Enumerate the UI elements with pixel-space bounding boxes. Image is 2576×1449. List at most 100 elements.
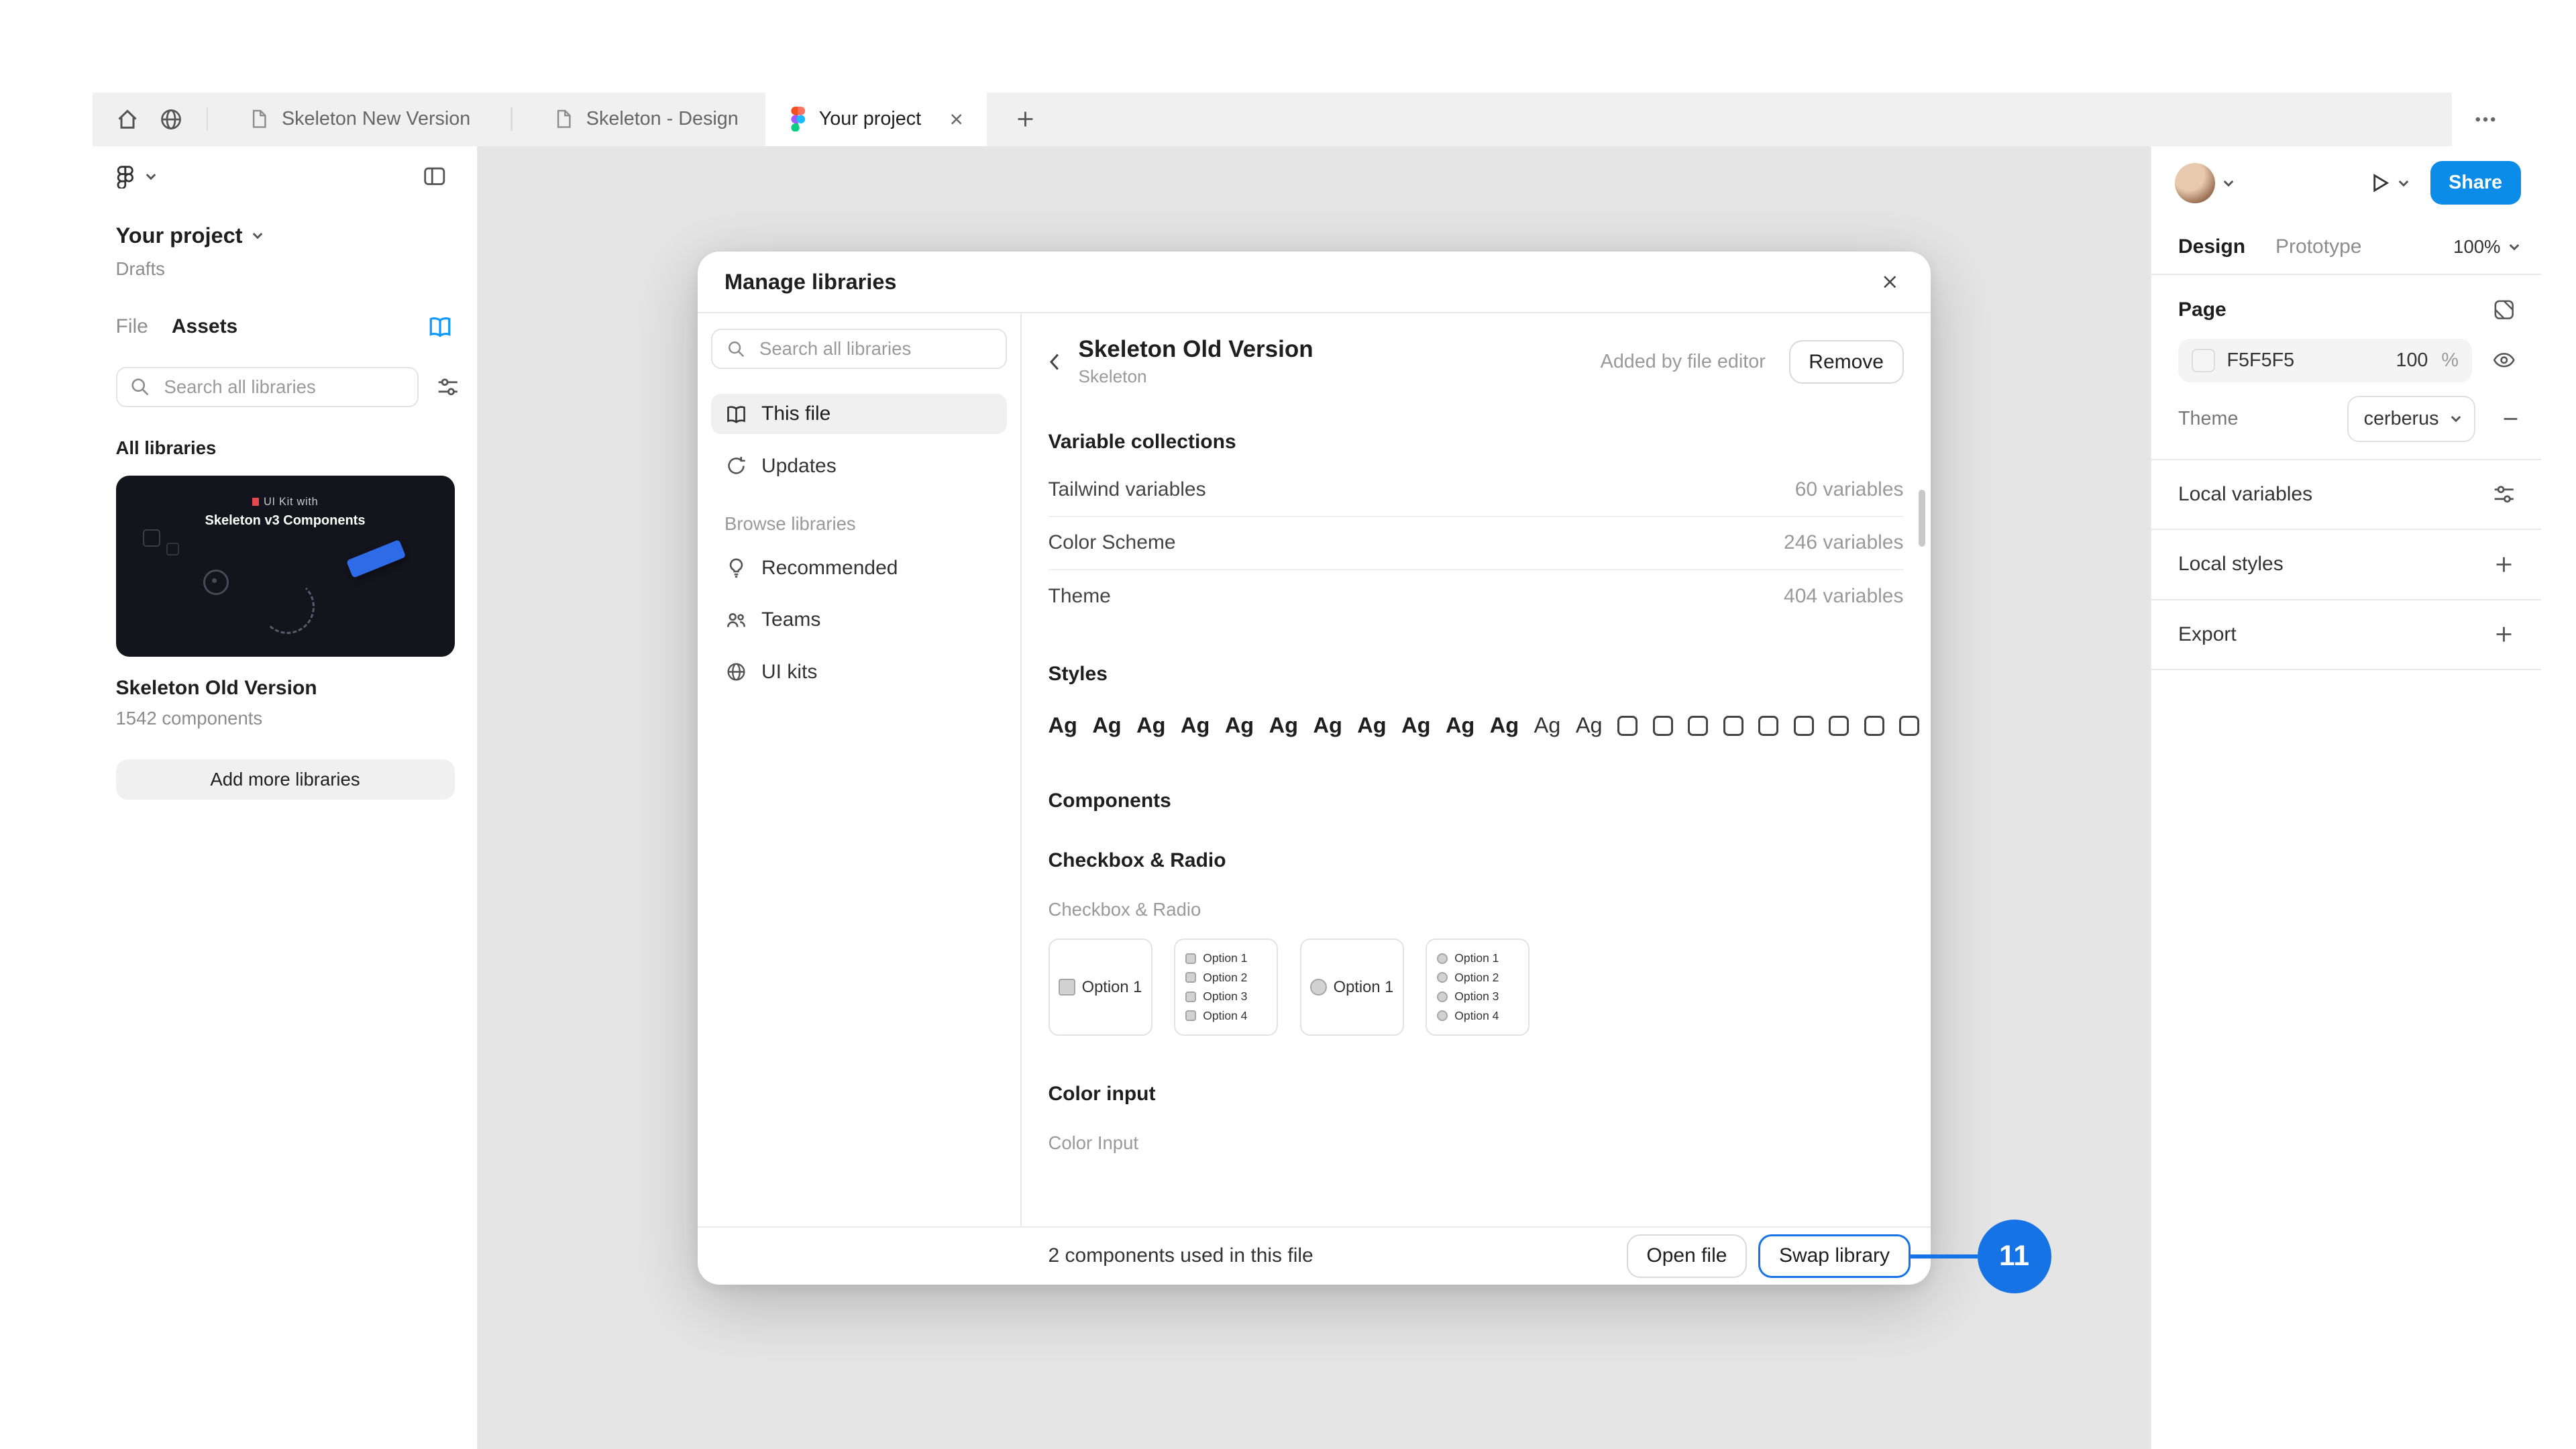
nav-teams[interactable]: Teams bbox=[711, 600, 1007, 640]
library-title: Skeleton Old Version bbox=[1079, 337, 1313, 363]
grid-style-swatch bbox=[1688, 716, 1708, 736]
radio-icon bbox=[1437, 1010, 1448, 1021]
tab-assets[interactable]: Assets bbox=[172, 315, 237, 338]
radio-icon bbox=[1437, 972, 1448, 983]
text-style-sample: Ag bbox=[1136, 713, 1165, 738]
more-options-button[interactable] bbox=[2467, 106, 2504, 133]
chevron-down-icon bbox=[144, 170, 158, 183]
local-styles-row[interactable]: Local styles bbox=[2151, 530, 2541, 600]
theme-dropdown[interactable]: cerberus bbox=[2347, 396, 2475, 442]
tab-file[interactable]: File bbox=[116, 315, 148, 338]
theme-row: Theme cerberus bbox=[2178, 396, 2522, 442]
search-icon bbox=[726, 339, 746, 359]
gear-icon bbox=[203, 570, 229, 596]
option-label: Option 1 bbox=[1082, 978, 1142, 997]
checkbox-icon bbox=[1185, 953, 1196, 964]
library-thumbnail[interactable]: UI Kit with Skeleton v3 Components bbox=[116, 476, 455, 657]
figma-app-window: Skeleton New Version Skeleton - Design Y… bbox=[93, 93, 2541, 1449]
grid-style-swatch bbox=[1794, 716, 1814, 736]
remove-theme-button[interactable] bbox=[2499, 407, 2522, 431]
tab-prototype[interactable]: Prototype bbox=[2275, 235, 2361, 258]
local-styles-label: Local styles bbox=[2178, 553, 2284, 576]
dialog-search-input[interactable] bbox=[756, 336, 992, 361]
add-export-button[interactable] bbox=[2485, 616, 2522, 653]
close-icon bbox=[947, 110, 966, 129]
close-tab-button[interactable] bbox=[943, 106, 970, 133]
nav-updates[interactable]: Updates bbox=[711, 446, 1007, 486]
swatches-icon bbox=[2491, 297, 2517, 323]
checkbox-icon bbox=[1185, 1010, 1196, 1021]
nav-label: UI kits bbox=[761, 661, 817, 684]
nav-label: Updates bbox=[761, 455, 837, 478]
toggle-sidebar-button[interactable] bbox=[413, 154, 457, 198]
community-button[interactable] bbox=[150, 97, 193, 141]
page-color-field[interactable]: F5F5F5 100 % bbox=[2178, 339, 2472, 382]
library-search-field[interactable] bbox=[116, 367, 419, 407]
filter-button[interactable] bbox=[435, 374, 461, 400]
right-panel: Share Design Prototype 100% Page bbox=[2150, 146, 2541, 1449]
component-preview-card: Option 1 bbox=[1300, 938, 1404, 1036]
file-tab-skeleton-design[interactable]: Skeleton - Design bbox=[526, 93, 765, 146]
file-tabs-bar: Skeleton New Version Skeleton - Design Y… bbox=[93, 93, 2453, 146]
export-row[interactable]: Export bbox=[2151, 600, 2541, 671]
library-subtitle: Skeleton bbox=[1079, 366, 1313, 387]
filter-sliders-icon bbox=[435, 374, 461, 400]
color-hex[interactable]: F5F5F5 bbox=[2227, 350, 2295, 372]
remove-button[interactable]: Remove bbox=[1789, 340, 1904, 384]
back-chevron-icon bbox=[1043, 350, 1067, 374]
main-menu-button[interactable] bbox=[113, 164, 158, 189]
open-variables-button[interactable] bbox=[2485, 476, 2522, 513]
section-title: All libraries bbox=[116, 437, 453, 459]
file-tab-skeleton-new-version[interactable]: Skeleton New Version bbox=[221, 93, 497, 146]
components-heading: Components bbox=[1049, 790, 1904, 812]
figma-menu-icon bbox=[113, 164, 138, 189]
tab-design[interactable]: Design bbox=[2178, 235, 2245, 258]
color-swatch[interactable] bbox=[2192, 349, 2215, 372]
divider bbox=[511, 107, 513, 131]
back-button[interactable] bbox=[1038, 345, 1072, 379]
nav-recommended[interactable]: Recommended bbox=[711, 548, 1007, 588]
open-file-button[interactable]: Open file bbox=[1627, 1234, 1747, 1278]
file-tab-your-project[interactable]: Your project bbox=[765, 93, 987, 146]
close-dialog-button[interactable] bbox=[1870, 262, 1911, 302]
radio-icon bbox=[1437, 991, 1448, 1002]
eye-icon bbox=[2491, 347, 2517, 373]
decoration bbox=[166, 543, 179, 555]
swatches-button[interactable] bbox=[2485, 292, 2522, 329]
checkbox-icon bbox=[1059, 979, 1075, 996]
dialog-search-field[interactable] bbox=[711, 329, 1007, 369]
option-label: Option 1 bbox=[1203, 951, 1247, 965]
home-icon bbox=[114, 106, 141, 133]
annotation-connector-line bbox=[1911, 1254, 1978, 1258]
add-style-button[interactable] bbox=[2485, 546, 2522, 583]
option-label: Option 4 bbox=[1203, 1009, 1247, 1023]
nav-this-file[interactable]: This file bbox=[711, 394, 1007, 434]
home-button[interactable] bbox=[106, 97, 150, 141]
sidebar-search-row bbox=[116, 367, 453, 407]
nav-ui-kits[interactable]: UI kits bbox=[711, 652, 1007, 692]
share-button[interactable]: Share bbox=[2430, 161, 2521, 205]
swap-library-button[interactable]: Swap library bbox=[1758, 1234, 1910, 1278]
opacity-value[interactable]: 100 bbox=[2396, 350, 2428, 372]
local-variables-row[interactable]: Local variables bbox=[2151, 460, 2541, 531]
libraries-button[interactable] bbox=[427, 313, 453, 340]
page-color-row: F5F5F5 100 % bbox=[2178, 339, 2522, 382]
checkbox-icon bbox=[1185, 991, 1196, 1002]
plus-icon bbox=[2492, 623, 2516, 646]
add-more-libraries-button[interactable]: Add more libraries bbox=[116, 759, 455, 800]
new-tab-button[interactable] bbox=[1004, 97, 1047, 141]
search-input[interactable] bbox=[161, 374, 406, 399]
zoom-control[interactable]: 100% bbox=[2453, 236, 2520, 258]
avatar[interactable] bbox=[2175, 163, 2215, 203]
text-style-sample: Ag bbox=[1534, 713, 1561, 738]
local-variables-label: Local variables bbox=[2178, 483, 2312, 506]
globe-icon bbox=[158, 106, 184, 133]
present-controls[interactable] bbox=[2367, 170, 2410, 196]
component-previews: Option 1Option 1Option 2Option 3Option 4… bbox=[1049, 938, 1904, 1036]
variable-collection-row: Theme 404 variables bbox=[1049, 570, 1904, 623]
project-switcher[interactable]: Your project bbox=[116, 223, 453, 248]
visibility-toggle[interactable] bbox=[2485, 342, 2522, 379]
chevron-down-icon[interactable] bbox=[2222, 176, 2235, 190]
scrollbar[interactable] bbox=[1919, 490, 1925, 547]
flag-icon bbox=[252, 498, 259, 506]
